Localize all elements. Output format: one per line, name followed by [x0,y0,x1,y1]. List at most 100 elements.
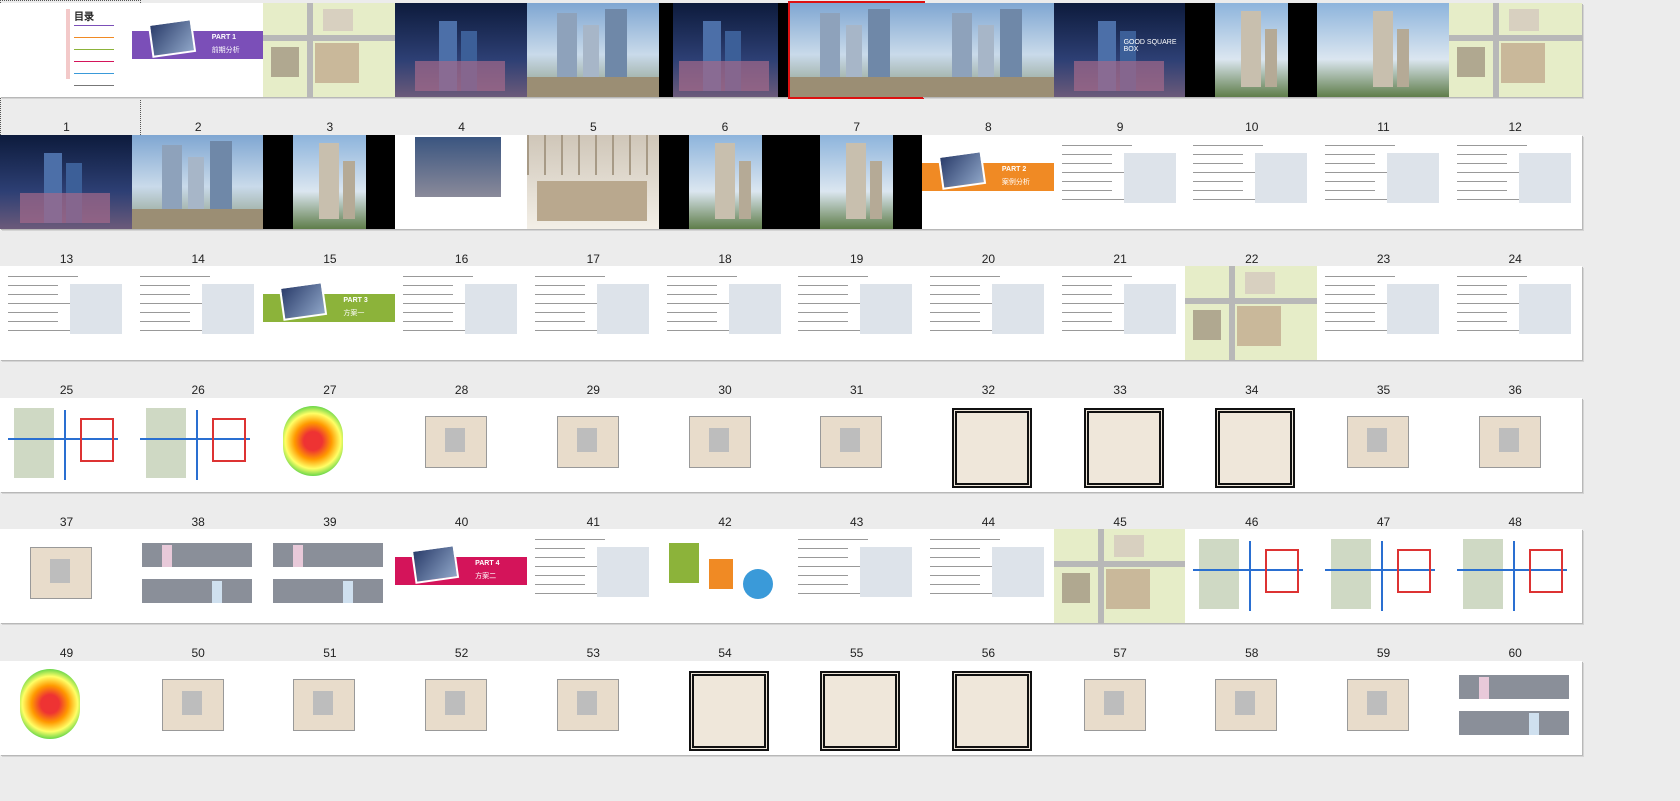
slide-thumbnail[interactable]: 60 [1448,526,1590,667]
slide-preview [658,266,792,361]
slide-thumbnail[interactable] [1185,658,1326,799]
slide-thumbnail[interactable]: 46 [1185,395,1326,536]
slide-thumbnail[interactable]: 23 [1317,132,1458,273]
slide-preview: PART 1 前期分析 [131,3,265,97]
slide-thumbnail[interactable]: 41 [526,395,668,536]
section-title: PART 4 [475,560,500,568]
slide-thumbnail[interactable]: 35 [1317,263,1458,404]
slide-thumbnail[interactable]: 31 [790,263,931,404]
slide-thumbnail[interactable]: 57 [1053,526,1195,667]
slide-thumbnail[interactable]: 48 [1448,395,1590,536]
slide-thumbnail[interactable]: 14 [131,132,273,273]
slide-thumbnail[interactable]: 47 [1317,395,1458,536]
slide-thumbnail[interactable]: 5 [526,0,668,141]
slide-thumbnail[interactable]: PART 4 方案二 52 [395,526,536,667]
slide-thumbnail[interactable]: 19 [790,132,931,273]
slide-preview [1317,134,1450,229]
slide-thumbnail[interactable]: 33 [1053,263,1195,404]
slide-preview [263,529,397,624]
slide-thumbnail[interactable]: 58 [1185,526,1326,667]
slide-thumbnail[interactable]: 11 [1317,0,1458,141]
slide-thumbnail[interactable]: 34 [1185,263,1326,404]
slide-thumbnail[interactable]: 32 [921,263,1063,404]
slide-thumbnail[interactable] [131,658,273,799]
slide-thumbnail[interactable]: 18 [658,132,800,273]
slide-thumbnail[interactable]: 53 [526,526,668,667]
slide-preview [1448,397,1582,492]
slide-thumbnail[interactable]: 3 [263,0,404,141]
slide-thumbnail[interactable]: 51 [263,526,404,667]
section-title: PART 2 [1001,165,1027,173]
slide-thumbnail[interactable]: 44 [921,395,1063,536]
slide-preview [395,266,529,361]
slide-preview [658,3,792,97]
slide-thumbnail[interactable]: 12 [1448,0,1590,141]
slide-thumbnail[interactable] [790,658,931,799]
slide-thumbnail[interactable]: PART 1 前期分析 2 [131,0,273,141]
slide-preview [395,134,529,229]
slide-preview [395,3,529,97]
slide-preview [1317,661,1450,755]
slide-thumbnail[interactable]: 7 [788,0,931,141]
slide-thumbnail[interactable]: 55 [790,526,931,667]
slide-preview [921,397,1055,492]
slide-thumbnail[interactable]: 25 [0,263,141,404]
slide-thumbnail[interactable] [1448,658,1590,799]
slide-preview [790,134,924,229]
slide-preview [0,529,133,624]
slide-thumbnail[interactable]: 43 [790,395,931,536]
slide-thumbnail[interactable]: 6 [658,0,800,141]
slide-thumbnail[interactable]: 38 [131,395,273,536]
slide-thumbnail[interactable]: 目录 1 [0,0,141,141]
slide-thumbnail[interactable] [263,658,404,799]
slide-thumbnail[interactable]: 26 [131,263,273,404]
slide-thumbnail[interactable] [1053,658,1195,799]
slide-thumbnail[interactable]: 39 [263,395,404,536]
slide-preview [1317,529,1450,624]
slide-thumbnail[interactable]: 29 [526,263,668,404]
slide-thumbnail[interactable] [0,658,141,799]
slide-preview [526,529,660,624]
slide-preview [1185,529,1319,624]
slide-thumbnail[interactable]: 28 [395,263,536,404]
slide-thumbnail[interactable]: 45 [1053,395,1195,536]
slide-preview [395,661,529,755]
slide-thumbnail[interactable]: 15 [263,132,404,273]
slide-thumbnail[interactable]: 24 [1448,132,1590,273]
slide-thumbnail[interactable] [921,658,1063,799]
section-photo [937,149,987,190]
slide-thumbnail[interactable]: 30 [658,263,800,404]
slide-thumbnail[interactable] [395,658,536,799]
slide-thumbnail[interactable]: 21 [1053,132,1195,273]
slide-thumbnail[interactable]: 50 [131,526,273,667]
slide-thumbnail[interactable]: 59 [1317,526,1458,667]
slide-thumbnail[interactable] [1317,658,1458,799]
slide-preview [263,661,397,755]
slide-thumbnail[interactable]: 10 [1185,0,1326,141]
slide-thumbnail[interactable]: 56 [921,526,1063,667]
slide-preview [0,266,133,361]
slide-thumbnail[interactable]: 13 [0,132,141,273]
slide-thumbnail[interactable]: 17 [526,132,668,273]
slide-thumbnail[interactable]: PART 3 方案一 27 [263,263,404,404]
slide-preview [1053,397,1187,492]
slide-preview [790,266,924,361]
slide-preview [526,661,660,755]
slide-thumbnail[interactable]: GOOD SQUARE BOX 9 [1053,0,1195,141]
slide-thumbnail[interactable]: 49 [0,526,141,667]
slide-thumbnail[interactable]: 42 [658,395,800,536]
slide-preview: 目录 [0,3,133,97]
slide-thumbnail[interactable]: 37 [0,395,141,536]
slide-thumbnail[interactable] [526,658,668,799]
slide-thumbnail[interactable]: 4 [395,0,536,141]
slide-thumbnail[interactable]: 16 [395,132,536,273]
slide-thumbnail[interactable]: PART 2 案例分析 20 [921,132,1063,273]
slide-thumbnail[interactable]: 36 [1448,263,1590,404]
slide-thumbnail[interactable]: 8 [921,0,1063,141]
slide-thumbnail[interactable] [658,658,800,799]
slide-thumbnail[interactable]: 54 [658,526,800,667]
slide-thumbnail[interactable]: 22 [1185,132,1326,273]
slide-thumbnail[interactable]: 40 [395,395,536,536]
slide-preview [1185,397,1319,492]
slide-preview: PART 2 案例分析 [921,134,1055,229]
